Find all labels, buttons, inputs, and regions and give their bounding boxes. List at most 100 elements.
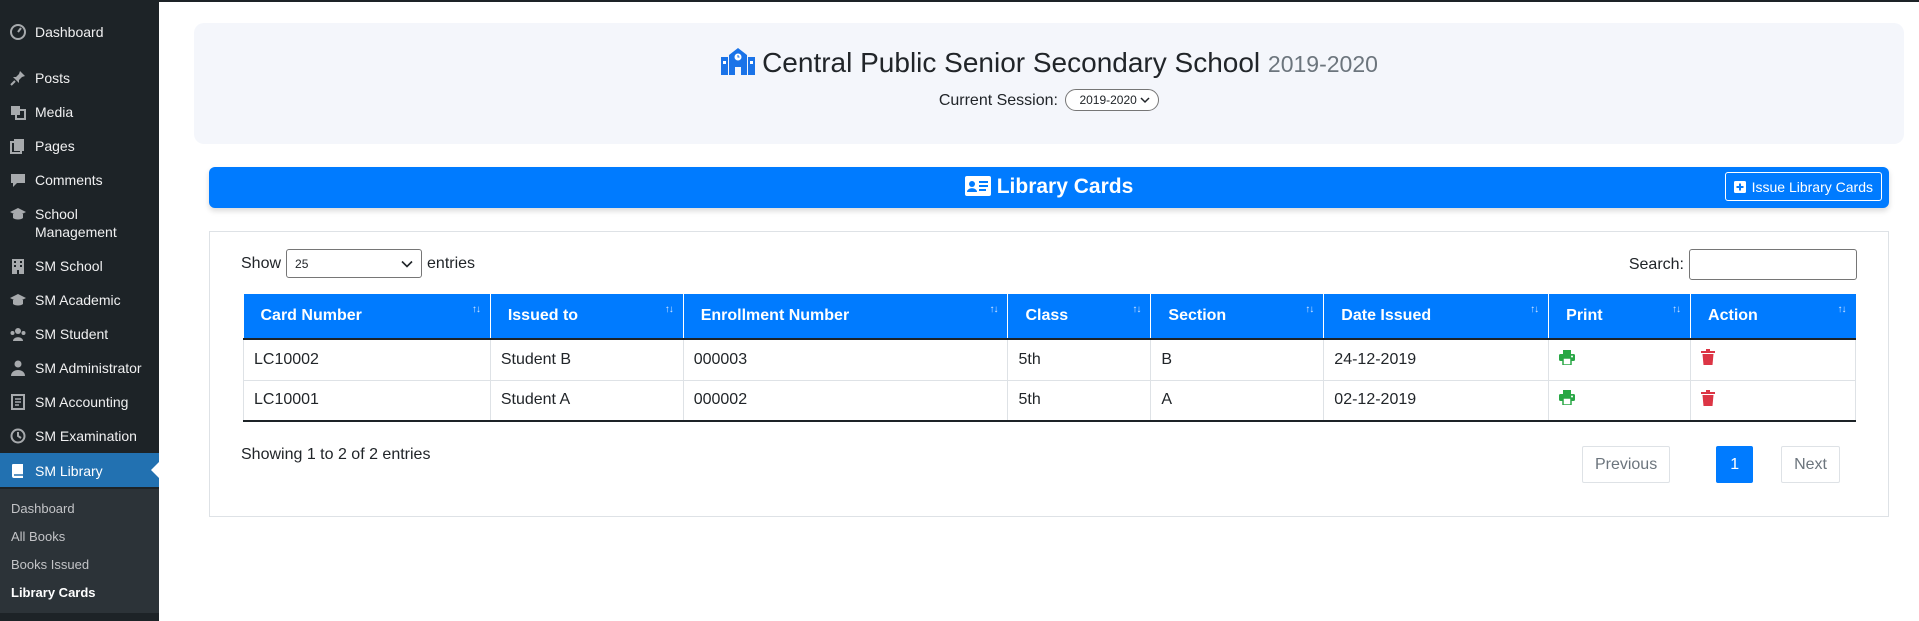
dashboard-icon [8,22,28,42]
sort-icon: ↑↓ [1530,304,1539,315]
building-icon [8,256,28,276]
menu-label: Media [35,104,74,120]
cell-issued-to: Student A [489,380,684,422]
issue-button-label: Issue Library Cards [1751,178,1873,195]
menu-item-sm-administrator[interactable]: SM Administrator [0,358,159,378]
menu-label: School Management [35,206,117,240]
menu-item-posts[interactable]: Posts [0,68,159,88]
submenu-library-cards[interactable]: Library Cards [0,579,159,607]
school-name: Central Public Senior Secondary School [762,47,1261,78]
issue-library-cards-button[interactable]: Issue Library Cards [1724,172,1882,201]
menu-label: SM Library [35,463,103,479]
school-icon [720,47,756,82]
cell-date-issued: 24-12-2019 [1323,339,1549,381]
entries-value: 25 [295,256,309,271]
plus-square-icon [1733,180,1746,193]
menu-item-sm-accounting[interactable]: SM Accounting [0,392,159,412]
school-header: Central Public Senior Secondary School 2… [194,23,1904,144]
submenu-all-books[interactable]: All Books [0,523,159,551]
cell-issued-to: Student B [489,339,684,381]
pages-icon [8,136,28,156]
cell-enrollment: 000002 [682,380,1008,422]
session-row: Current Session: 2019-2020 [194,89,1904,111]
chevron-down-icon [401,257,413,271]
menu-item-school-management[interactable]: School Management [0,204,159,241]
submenu-books-issued[interactable]: Books Issued [0,551,159,579]
admin-sidebar: Dashboard Posts Media Pages Comments Sch… [0,2,159,621]
column-header-date-issued[interactable]: Date Issued ↑↓ [1323,294,1549,340]
graduation-cap-icon [8,290,28,310]
column-header-action[interactable]: Action ↑↓ [1690,294,1856,340]
menu-label: Pages [35,138,75,154]
entries-select[interactable]: 25 [286,249,423,278]
cell-card-number: LC10002 [243,339,491,381]
entries-control: Show 25 entries [241,249,475,278]
sort-icon: ↑↓ [471,304,481,315]
menu-label: SM Examination [35,428,137,444]
header-label: Issued to [507,307,579,324]
clock-icon [8,426,28,446]
menu-label: Posts [35,70,71,86]
header-label: Action [1708,307,1758,324]
cell-action [1690,339,1856,381]
cell-class: 5th [1007,339,1151,381]
comment-icon [8,170,28,190]
menu-label: SM Academic [35,292,121,308]
book-icon [8,392,28,412]
header-label: Enrollment Number [700,307,850,324]
submenu-dashboard[interactable]: Dashboard [0,495,159,523]
table-row: LC10001 Student A 000002 5th A 02-12-201… [243,380,1856,422]
sort-icon: ↑↓ [1672,304,1681,315]
menu-label: SM Administrator [35,360,142,376]
menu-item-sm-examination[interactable]: SM Examination [0,426,159,446]
graduation-cap-icon [8,204,28,224]
menu-item-dashboard[interactable]: Dashboard [0,22,159,42]
menu-item-sm-academic[interactable]: SM Academic [0,290,159,310]
column-header-issued-to[interactable]: Issued to ↑↓ [489,294,684,340]
column-header-enrollment-number[interactable]: Enrollment Number ↑↓ [682,294,1008,340]
header-label: Section [1168,307,1227,324]
print-icon[interactable] [1559,390,1576,409]
previous-page-button[interactable]: Previous [1581,446,1671,483]
column-header-print[interactable]: Print ↑↓ [1548,294,1691,340]
cell-print [1548,339,1691,381]
menu-item-pages[interactable]: Pages [0,136,159,156]
print-icon[interactable] [1559,349,1576,369]
user-icon [8,358,28,378]
cell-section: A [1150,380,1324,422]
library-submenu: Dashboard All Books Books Issued Library… [0,489,159,613]
cell-section: B [1150,339,1324,381]
session-year: 2019-2020 [1267,51,1378,77]
pin-icon [8,68,28,88]
menu-label: Dashboard [35,24,104,40]
trash-icon[interactable] [1701,349,1716,369]
cell-enrollment: 000003 [682,339,1008,381]
column-header-section[interactable]: Section ↑↓ [1150,294,1324,340]
column-header-class[interactable]: Class ↑↓ [1007,294,1151,340]
header-label: Class [1025,307,1069,324]
menu-item-sm-student[interactable]: SM Student [0,324,159,344]
page-1-button[interactable]: 1 [1716,446,1754,483]
next-page-button[interactable]: Next [1781,446,1840,483]
chevron-down-icon [1140,93,1150,107]
column-header-card-number[interactable]: Card Number ↑↓ [243,294,491,340]
header-label: Card Number [260,307,362,324]
trash-icon[interactable] [1701,389,1716,410]
menu-label: SM Accounting [35,394,129,410]
library-title: Library Cards [209,175,1889,199]
menu-item-media[interactable]: Media [0,102,159,122]
library-cards-panel: Show 25 entries Search: Card Number ↑↓ Is… [209,231,1889,517]
sort-icon: ↑↓ [1132,304,1141,315]
cell-action [1690,380,1856,422]
search-control: Search: [1629,249,1857,280]
menu-item-comments[interactable]: Comments [0,170,159,190]
search-input[interactable] [1689,249,1857,280]
library-cards-bar: Library Cards Issue Library Cards [209,167,1889,208]
menu-item-sm-school[interactable]: SM School [0,256,159,276]
menu-item-sm-library[interactable]: SM Library [0,453,159,487]
sort-icon: ↑↓ [989,304,998,315]
cell-print [1548,380,1691,422]
session-select[interactable]: 2019-2020 [1065,89,1160,111]
table-header-row: Card Number ↑↓ Issued to ↑↓ Enrollment Num… [243,294,1856,340]
cell-date-issued: 02-12-2019 [1323,380,1549,422]
